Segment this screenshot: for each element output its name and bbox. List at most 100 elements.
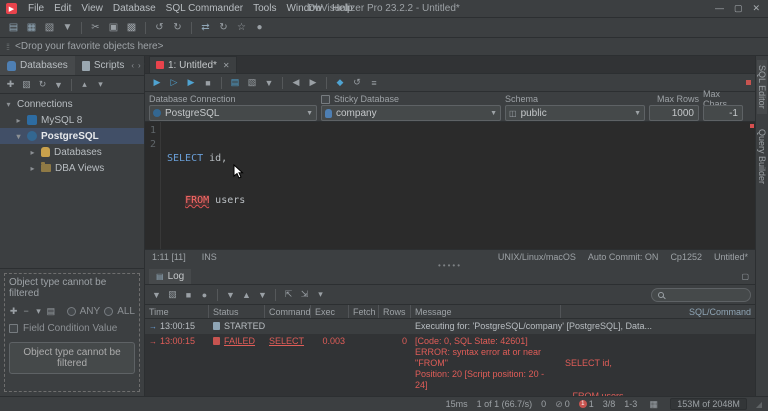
tab-query-builder[interactable]: Query Builder [757, 124, 767, 189]
log-pin-icon[interactable]: ● [197, 288, 212, 302]
column-header-fetch[interactable]: Fetch [349, 305, 379, 318]
close-tab-icon[interactable]: ✕ [223, 61, 230, 70]
new-editor-icon[interactable]: ▤ [227, 76, 243, 90]
redo-icon[interactable]: ↻ [169, 20, 186, 36]
drag-handle-icon[interactable]: ⁞⁞ [6, 42, 9, 52]
tree-item-dba-views[interactable]: ▸ DBA Views [0, 160, 144, 176]
new-connection-icon[interactable]: ▦ [23, 20, 40, 36]
save-icon[interactable]: ▼ [59, 20, 76, 36]
sidebar-refresh-icon[interactable]: ↻ [35, 78, 50, 92]
log-clear-icon[interactable]: ■ [181, 288, 196, 302]
column-header-message[interactable]: Message [411, 305, 561, 318]
log-export-icon[interactable]: ▧ [165, 288, 180, 302]
tab-scripts[interactable]: Scripts [75, 56, 132, 75]
menu-edit[interactable]: Edit [49, 3, 76, 14]
expand-arrow-icon[interactable]: ▸ [28, 164, 37, 173]
log-row-started[interactable]: →13:00:15 STARTED Executing for: 'Postgr… [145, 319, 755, 334]
menu-view[interactable]: View [76, 3, 108, 14]
save-script-icon[interactable]: ▼ [261, 76, 277, 90]
tree-item-databases[interactable]: ▸ Databases [0, 144, 144, 160]
menu-help[interactable]: Help [327, 3, 358, 14]
stop-icon[interactable]: ■ [200, 76, 216, 90]
tab-databases[interactable]: Databases [0, 56, 75, 75]
collapse-arrow-icon[interactable]: ▾ [14, 132, 23, 141]
max-chars-input[interactable]: -1 [703, 105, 743, 121]
log-sort-desc-icon[interactable]: ▼ [255, 288, 270, 302]
log-settings-icon[interactable]: ▾ [313, 288, 328, 302]
collapse-arrow-icon[interactable]: ▾ [4, 100, 13, 109]
tab-log[interactable]: ▤ Log [149, 269, 191, 284]
log-collapse-icon[interactable]: ⇲ [297, 288, 312, 302]
paste-icon[interactable]: ▩ [123, 20, 140, 36]
schema-dropdown[interactable]: ◫ public ▼ [505, 105, 645, 121]
code-area[interactable]: SELECT id, FROM users [161, 122, 245, 249]
log-save-icon[interactable]: ▼ [149, 288, 164, 302]
filter-disabled-button[interactable]: Object type cannot be filtered [9, 342, 135, 374]
sidebar-settings-icon[interactable]: ▾ [93, 78, 108, 92]
menu-file[interactable]: File [23, 3, 49, 14]
max-rows-input[interactable]: 1000 [649, 105, 699, 121]
connect-icon[interactable]: ⇄ [197, 20, 214, 36]
tree-item-postgresql[interactable]: ▾ PostgreSQL [0, 128, 144, 144]
expand-arrow-icon[interactable]: ▸ [28, 148, 37, 157]
create-connection-icon[interactable]: ✚ [3, 78, 18, 92]
radio-any[interactable] [67, 307, 76, 316]
load-script-icon[interactable]: ▧ [244, 76, 260, 90]
column-header-command[interactable]: Command [265, 305, 311, 318]
log-filter-icon[interactable]: ▼ [223, 288, 238, 302]
failed-link[interactable]: FAILED [224, 336, 255, 346]
tree-item-mysql[interactable]: ▸ MySQL 8 [0, 112, 144, 128]
menu-database[interactable]: Database [108, 3, 161, 14]
command-link[interactable]: SELECT [269, 336, 304, 346]
auto-commit-status[interactable]: Auto Commit: ON [588, 252, 659, 262]
undo-icon[interactable]: ↺ [151, 20, 168, 36]
search-icon[interactable]: ● [251, 20, 268, 36]
log-search-input[interactable] [651, 288, 751, 302]
tab-untitled[interactable]: 1: Untitled* ✕ [149, 56, 237, 73]
chevron-left-icon[interactable]: ‹ [131, 61, 134, 70]
field-condition-checkbox[interactable] [9, 324, 18, 333]
tree-root-connections[interactable]: ▾ Connections [0, 96, 144, 112]
menu-sql-commander[interactable]: SQL Commander [161, 3, 248, 14]
rollback-icon[interactable]: ↺ [349, 76, 365, 90]
log-sort-asc-icon[interactable]: ▲ [239, 288, 254, 302]
tab-sql-editor[interactable]: SQL Editor [757, 60, 767, 114]
layout-icon[interactable]: ▦ [646, 397, 661, 411]
log-expand-icon[interactable]: ⇱ [281, 288, 296, 302]
create-folder-icon[interactable]: ▧ [19, 78, 34, 92]
database-dropdown[interactable]: company ▼ [321, 105, 501, 121]
refresh-icon[interactable]: ↻ [215, 20, 232, 36]
connection-dropdown[interactable]: PostgreSQL ▼ [149, 105, 317, 121]
column-header-exec[interactable]: Exec [311, 305, 349, 318]
collapse-all-icon[interactable]: ▴ [77, 78, 92, 92]
menu-tools[interactable]: Tools [248, 3, 281, 14]
resize-grip-icon[interactable]: ◢ [756, 400, 762, 409]
remove-filter-icon[interactable]: − [21, 304, 30, 318]
column-header-sql[interactable]: SQL/Command [561, 305, 755, 318]
line-ending-format[interactable]: UNIX/Linux/macOS [498, 252, 576, 262]
close-button[interactable]: ✕ [752, 3, 760, 14]
format-sql-icon[interactable]: ≡ [366, 76, 382, 90]
expand-arrow-icon[interactable]: ▸ [14, 116, 23, 125]
radio-all[interactable] [104, 307, 113, 316]
add-filter-icon[interactable]: ✚ [9, 304, 18, 318]
commit-icon[interactable]: ◆ [332, 76, 348, 90]
encoding[interactable]: Cp1252 [670, 252, 702, 262]
new-sql-commander-icon[interactable]: ▤ [5, 20, 22, 36]
filter-dropdown-icon[interactable]: ▾ [34, 304, 43, 318]
menu-window[interactable]: Window [281, 3, 327, 14]
sql-editor[interactable]: 1 2 SELECT id, FROM users [145, 122, 755, 249]
star-icon[interactable]: ☆ [233, 20, 250, 36]
execute-current-icon[interactable]: ▷ [166, 76, 182, 90]
column-header-rows[interactable]: Rows [379, 305, 411, 318]
chevron-right-icon[interactable]: › [138, 61, 141, 70]
execute-explain-icon[interactable]: ▶ [183, 76, 199, 90]
column-header-status[interactable]: Status [209, 305, 265, 318]
history-back-icon[interactable]: ◀ [288, 76, 304, 90]
copy-icon[interactable]: ▣ [105, 20, 122, 36]
maximize-button[interactable]: ▢ [734, 3, 743, 14]
minimize-button[interactable]: — [715, 3, 724, 14]
maximize-panel-icon[interactable]: ▢ [741, 272, 751, 281]
filter-grid-icon[interactable]: ▤ [46, 304, 55, 318]
sticky-database-checkbox[interactable] [321, 95, 330, 104]
